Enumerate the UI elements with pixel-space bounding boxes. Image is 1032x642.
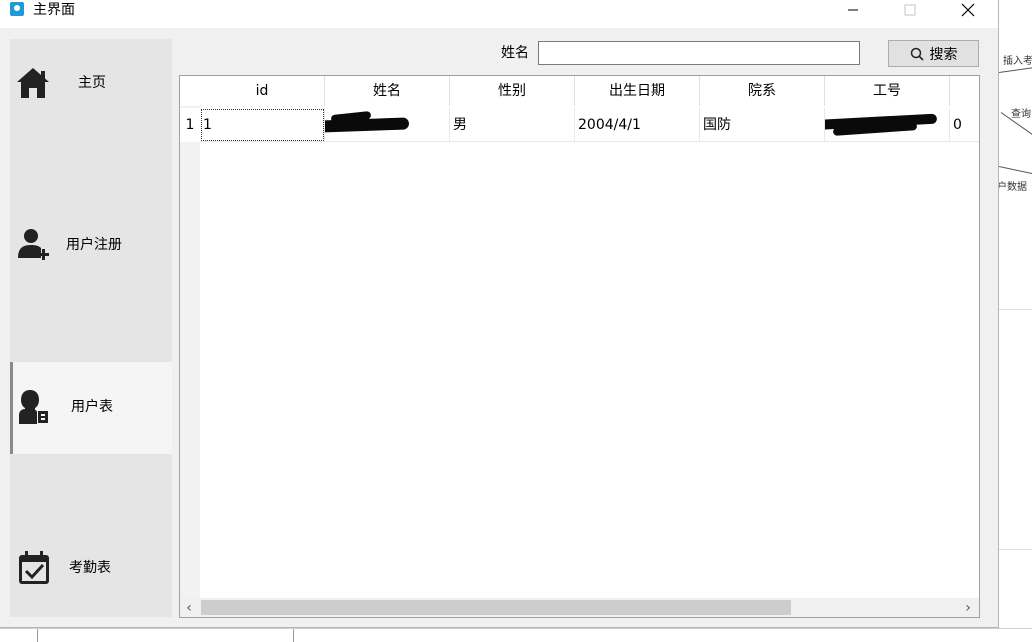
scroll-left-icon[interactable]: ‹ — [180, 598, 198, 617]
background-connector — [999, 66, 1032, 73]
table-cell-extra[interactable]: 0 — [950, 108, 979, 142]
column-header-department[interactable]: 院系 — [700, 76, 825, 106]
app-icon — [10, 2, 24, 16]
table-cell-birth-date[interactable]: 2004/4/1 — [575, 108, 700, 142]
column-header-next[interactable] — [950, 76, 979, 106]
column-header-gender[interactable]: 性别 — [450, 76, 575, 106]
horizontal-scrollbar[interactable]: ‹ › — [180, 598, 979, 617]
maximize-button[interactable] — [887, 0, 933, 20]
table-cell-employee-id[interactable] — [825, 108, 950, 142]
sidebar-item-attendance[interactable]: 考勤表 — [10, 524, 172, 616]
home-icon — [17, 68, 49, 98]
background-window: 插入考 查询 户数据 — [999, 0, 1032, 641]
background-divider — [999, 309, 1032, 310]
scroll-right-icon[interactable]: › — [959, 598, 977, 617]
sidebar-item-user-table[interactable]: 用户表 — [10, 362, 172, 454]
scrollbar-thumb[interactable] — [201, 600, 791, 615]
title-bar: 主界面 — [0, 0, 998, 28]
name-label: 姓名 — [501, 45, 529, 61]
row-header[interactable]: 1 — [180, 108, 200, 142]
main-window: 主界面 主页 用户注册 用户表 考勤表 姓名 搜索 id 姓名 性别 出生日期 … — [0, 0, 999, 628]
search-icon — [910, 47, 924, 61]
close-button[interactable] — [945, 0, 991, 20]
window-title: 主界面 — [33, 2, 75, 18]
background-label: 插入考 — [1003, 56, 1032, 67]
calendar-check-icon — [19, 551, 49, 584]
table-cell-gender[interactable]: 男 — [450, 108, 575, 142]
maximize-icon — [904, 4, 916, 16]
sidebar-item-home[interactable]: 主页 — [10, 39, 172, 131]
name-search-input[interactable] — [538, 41, 860, 65]
sidebar: 主页 用户注册 用户表 考勤表 — [10, 39, 172, 617]
table-cell-id[interactable]: 1 — [200, 108, 325, 142]
row-header-column — [180, 106, 200, 598]
user-list-icon — [19, 390, 48, 424]
user-add-icon — [18, 229, 49, 260]
search-button[interactable]: 搜索 — [888, 40, 979, 67]
column-header-birth-date[interactable]: 出生日期 — [575, 76, 700, 106]
column-header-name[interactable]: 姓名 — [325, 76, 450, 106]
minimize-button[interactable] — [830, 0, 876, 20]
minimize-icon — [848, 9, 858, 11]
sidebar-item-label: 考勤表 — [69, 560, 111, 576]
sidebar-item-user-register[interactable]: 用户注册 — [10, 201, 172, 293]
table-corner-button[interactable] — [180, 76, 200, 106]
column-header-employee-id[interactable]: 工号 — [825, 76, 950, 106]
background-connector — [999, 166, 1032, 176]
sidebar-item-label: 用户注册 — [66, 237, 122, 253]
sidebar-item-label: 主页 — [78, 75, 106, 91]
table-cell-department[interactable]: 国防 — [700, 108, 825, 142]
background-divider — [999, 549, 1032, 550]
close-icon — [961, 3, 975, 17]
background-taskbar — [0, 628, 1032, 642]
sidebar-item-label: 用户表 — [71, 399, 113, 415]
column-header-id[interactable]: id — [200, 76, 325, 106]
user-table[interactable]: id 姓名 性别 出生日期 院系 工号 1 1 男 2004/4/1 国防 0 … — [179, 75, 980, 618]
background-label: 户数据 — [999, 182, 1027, 193]
background-label: 查询 — [1011, 109, 1031, 120]
table-cell-name[interactable] — [325, 108, 450, 142]
search-button-label: 搜索 — [929, 46, 958, 63]
